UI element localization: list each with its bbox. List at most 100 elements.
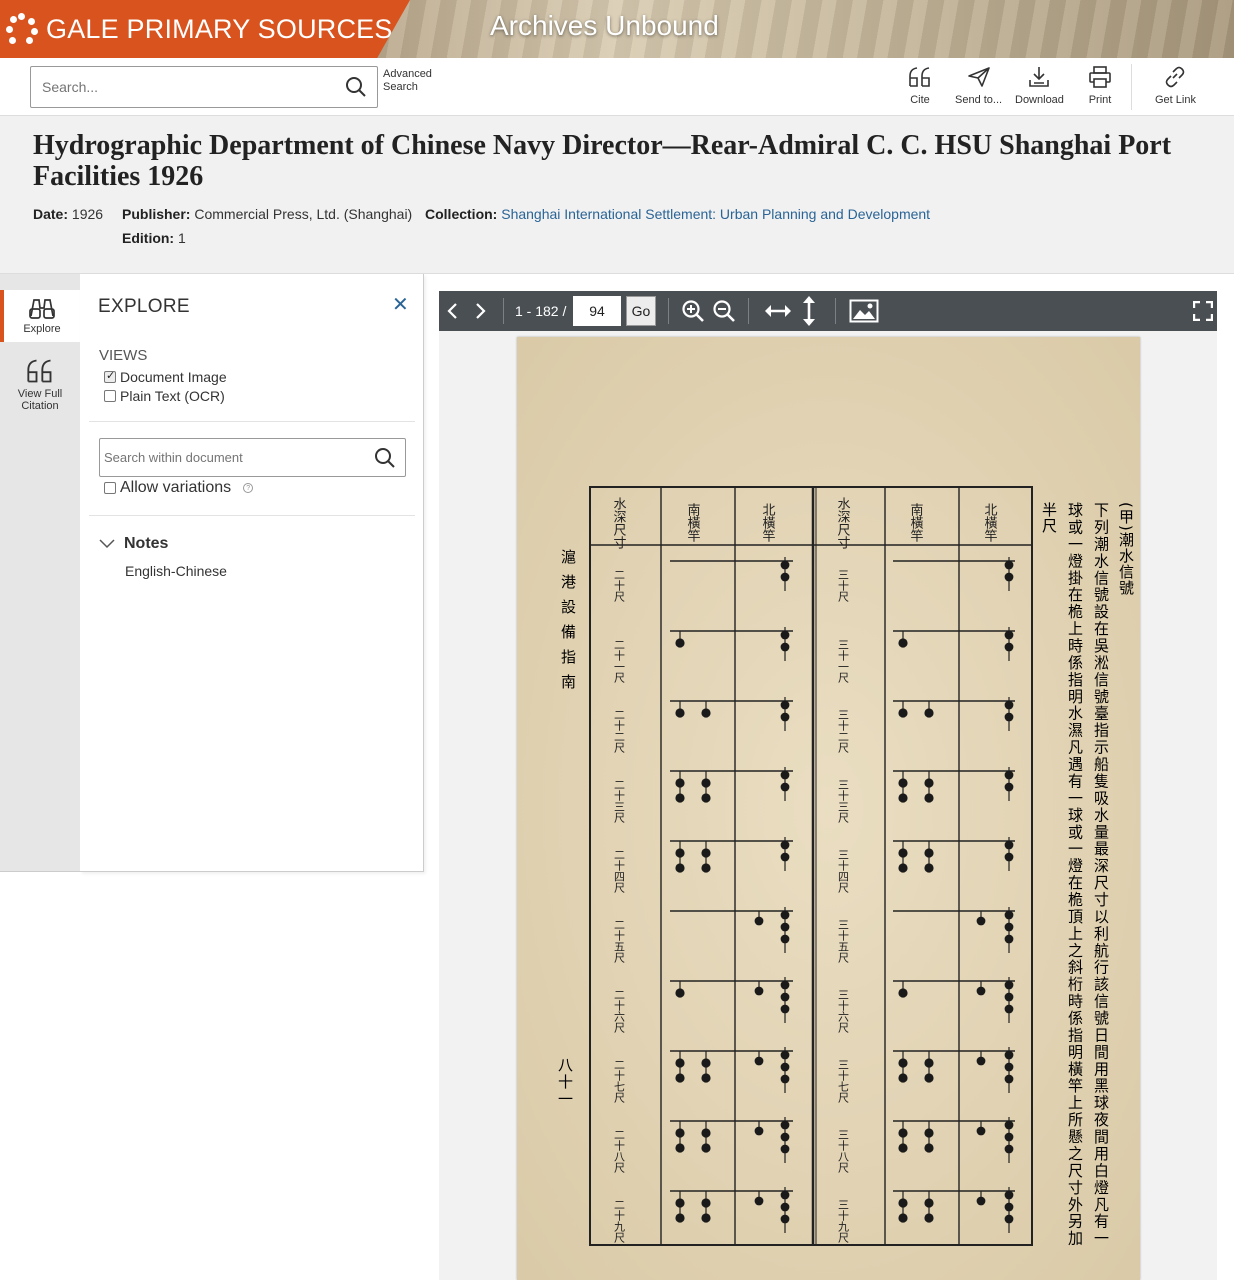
- signal-ball: [780, 980, 790, 990]
- quote-icon: [909, 67, 930, 87]
- toolbar-divider: [668, 298, 669, 324]
- signal-ball: [780, 840, 790, 850]
- signal-ball: [1004, 1120, 1014, 1130]
- advanced-search-link[interactable]: Advanced Search: [383, 68, 432, 94]
- toolbar-divider: [503, 298, 504, 324]
- signal-ball: [1004, 1004, 1014, 1014]
- table-row-depth: 三十九尺: [837, 1199, 850, 1244]
- page-number-input[interactable]: [573, 296, 621, 326]
- signal-ball: [701, 778, 711, 788]
- table-row-depth: 二十九尺: [613, 1199, 626, 1244]
- signal-ball: [780, 910, 790, 920]
- quote-icon: [27, 359, 52, 383]
- document-image-checkbox[interactable]: [104, 369, 116, 383]
- signal-ball: [780, 712, 790, 722]
- page-text-line-1: 下列潮水信號設在吳淞信號臺指示船隻吸水量最深尺寸以利航行該信號日間用黑球夜間用白…: [1092, 502, 1110, 1247]
- table-row-depth: 三十尺: [837, 569, 850, 603]
- binoculars-icon: [29, 299, 55, 319]
- signal-ball: [1004, 1214, 1014, 1224]
- send-to-button[interactable]: Send to...: [955, 66, 1002, 106]
- signal-ball: [701, 1058, 711, 1068]
- table-row-depth: 二十尺: [613, 569, 626, 603]
- table-row-depth: 二十七尺: [613, 1059, 626, 1104]
- signal-ball: [675, 638, 685, 648]
- signal-ball: [924, 708, 934, 718]
- product-name[interactable]: Archives Unbound: [490, 10, 719, 42]
- view-plain-text-option[interactable]: Plain Text (OCR): [104, 388, 225, 404]
- get-link-button[interactable]: Get Link: [1155, 66, 1196, 106]
- document-title: Hydrographic Department of Chinese Navy …: [33, 130, 1172, 192]
- signal-ball: [675, 1128, 685, 1138]
- signal-ball: [780, 1120, 790, 1130]
- signal-ball: [675, 708, 685, 718]
- next-page-button[interactable]: [472, 291, 488, 331]
- search-icon[interactable]: [374, 447, 396, 474]
- document-date: Date: 1926: [33, 206, 104, 222]
- signal-ball: [754, 916, 764, 926]
- collection-link[interactable]: Shanghai International Settlement: Urban…: [501, 206, 930, 222]
- signal-ball: [780, 1004, 790, 1014]
- explore-panel: EXPLORE ✕ VIEWS Document Image Plain Tex…: [80, 274, 424, 872]
- brand-logo-link[interactable]: GALE PRIMARY SOURCES: [0, 0, 410, 58]
- sidebar-item-view-full-citation[interactable]: View Full Citation: [0, 358, 80, 418]
- printer-icon: [1089, 66, 1111, 88]
- fullscreen-button[interactable]: [1193, 291, 1213, 331]
- fit-height-button[interactable]: [801, 291, 817, 331]
- page-text-line-2: 球或一燈掛在桅上時係指明水濕凡遇有一球或一燈在桅頂上之斜桁時係指明橫竿上所懸之尺…: [1066, 502, 1084, 1247]
- table-row-depth: 二十三尺: [613, 779, 626, 824]
- signal-ball: [976, 1056, 986, 1066]
- page-scan: (甲)潮水信號 下列潮水信號設在吳淞信號臺指示船隻吸水量最深尺寸以利航行該信號日…: [556, 486, 1135, 1247]
- search-input[interactable]: [31, 67, 331, 107]
- signal-ball: [701, 1213, 711, 1223]
- allow-variations-option[interactable]: Allow variations ?: [104, 479, 254, 497]
- viewer-toolbar: 1 - 182 / Go: [439, 291, 1217, 331]
- signal-ball: [754, 1056, 764, 1066]
- tide-signal-table: 水深尺寸 南橫竿 北橫竿 水深尺寸 南橫竿 北橫竿二十尺二十一尺二十二尺二十三尺二十四尺二…: [589, 486, 1033, 1246]
- go-button[interactable]: Go: [626, 296, 656, 326]
- search-within-input[interactable]: [100, 439, 360, 476]
- column-header-south-yard: 南橫竿: [685, 502, 701, 542]
- zoom-in-button[interactable]: [681, 291, 705, 331]
- chevron-right-icon: [476, 303, 486, 319]
- signal-ball: [675, 778, 685, 788]
- fit-width-button[interactable]: [763, 291, 793, 331]
- sidebar-item-explore[interactable]: Explore: [0, 290, 80, 342]
- previous-page-button[interactable]: [445, 291, 461, 331]
- chevron-down-icon: [99, 539, 115, 549]
- document-header: Hydrographic Department of Chinese Navy …: [0, 116, 1234, 274]
- signal-ball: [1004, 840, 1014, 850]
- help-icon[interactable]: ?: [243, 483, 254, 493]
- signal-ball: [754, 1126, 764, 1136]
- signal-ball: [898, 1058, 908, 1068]
- download-button[interactable]: Download: [1015, 66, 1064, 106]
- signal-ball: [780, 922, 790, 932]
- signal-ball: [924, 1213, 934, 1223]
- signal-ball: [780, 1050, 790, 1060]
- signal-ball: [924, 1198, 934, 1208]
- signal-ball: [1004, 572, 1014, 582]
- image-options-button[interactable]: [849, 291, 879, 331]
- signal-ball: [701, 863, 711, 873]
- zoom-out-button[interactable]: [712, 291, 736, 331]
- notes-toggle[interactable]: Notes: [99, 535, 168, 553]
- signal-ball: [924, 1073, 934, 1083]
- signal-ball: [701, 1073, 711, 1083]
- signal-ball: [1004, 910, 1014, 920]
- cite-button[interactable]: Cite: [908, 66, 932, 106]
- divider: [89, 515, 415, 516]
- signal-ball: [780, 1074, 790, 1084]
- allow-variations-checkbox[interactable]: [104, 482, 116, 494]
- view-document-image-option[interactable]: Document Image: [104, 369, 227, 385]
- print-button[interactable]: Print: [1088, 66, 1112, 106]
- signal-ball: [898, 988, 908, 998]
- signal-ball: [780, 1214, 790, 1224]
- paper-plane-icon: [967, 67, 990, 87]
- document-page-image[interactable]: (甲)潮水信號 下列潮水信號設在吳淞信號臺指示船隻吸水量最深尺寸以利航行該信號日…: [517, 337, 1140, 1280]
- signal-ball: [1004, 922, 1014, 932]
- table-row-depth: 三十七尺: [837, 1059, 850, 1104]
- close-icon[interactable]: ✕: [392, 292, 409, 317]
- search-icon[interactable]: [345, 76, 367, 103]
- signal-ball: [924, 1058, 934, 1068]
- signal-ball: [898, 848, 908, 858]
- plain-text-checkbox[interactable]: [104, 390, 116, 402]
